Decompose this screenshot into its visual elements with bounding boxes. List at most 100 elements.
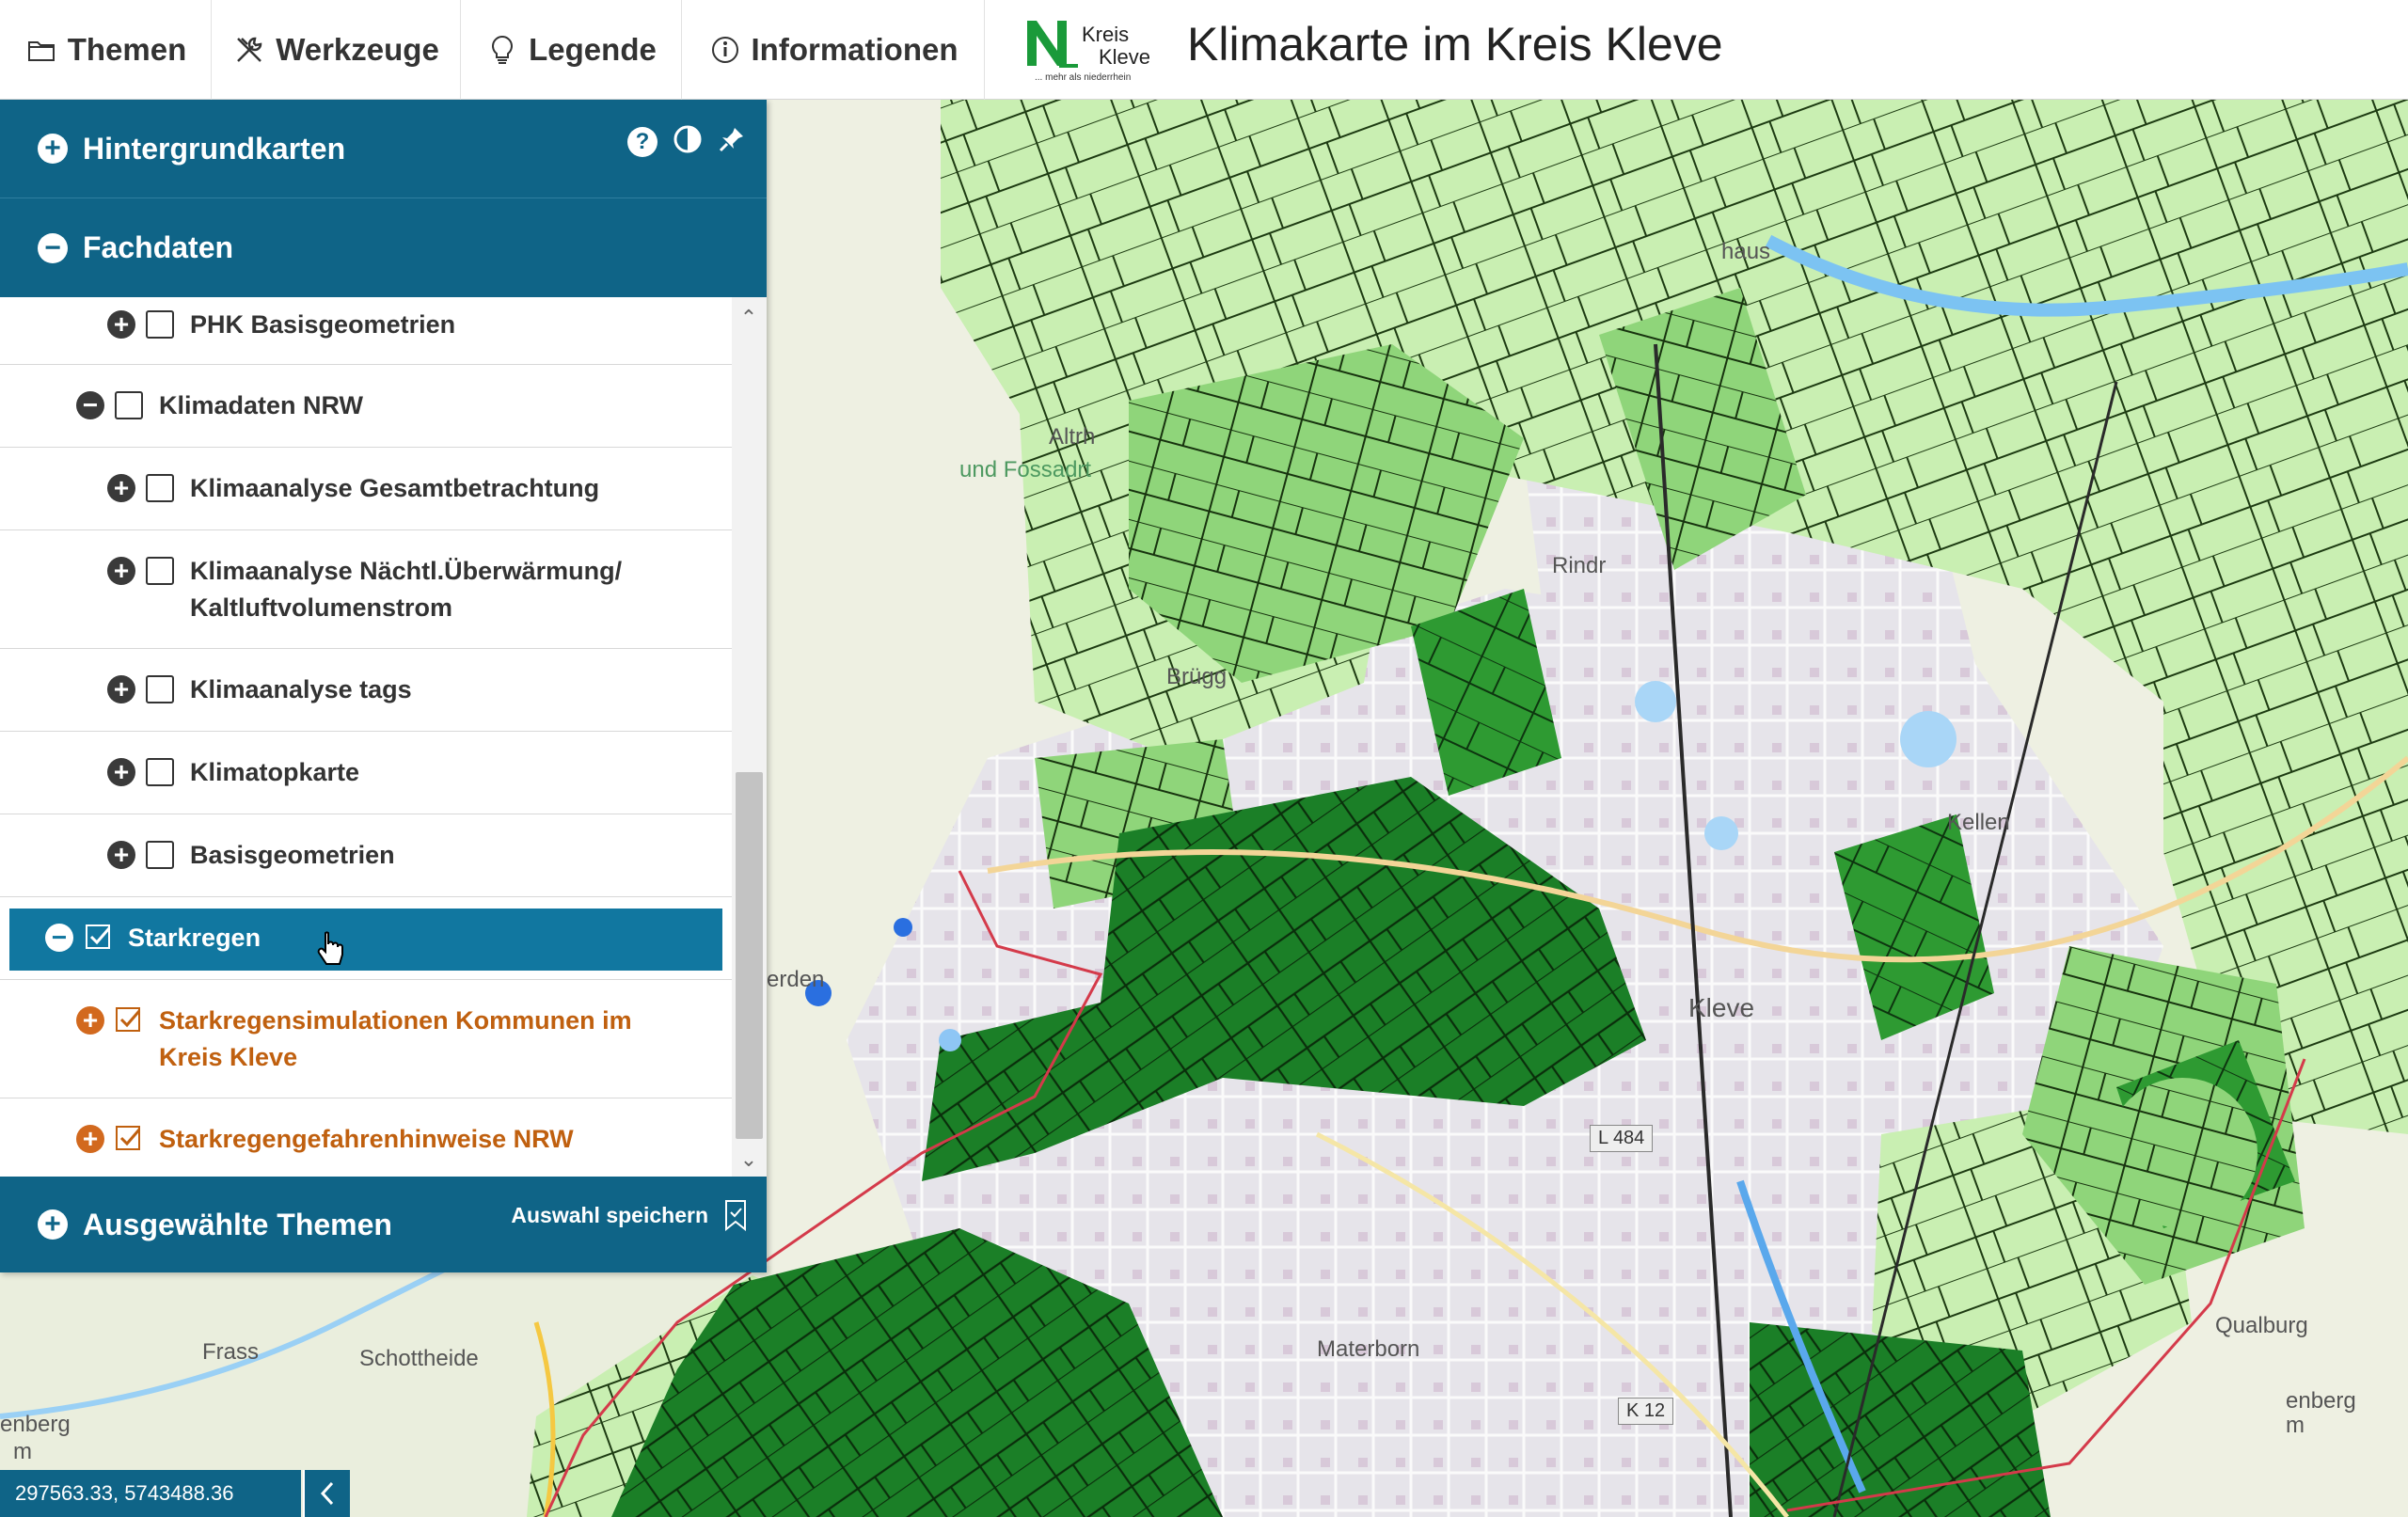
bookmark-icon [725, 1200, 746, 1231]
tree-item-starkregensimulationen[interactable]: + Starkregensimulationen Kommunen im Kre… [0, 980, 732, 1098]
kreis-kleve-logo: Kreis Kleve ... mehr als niederrhein [1023, 17, 1155, 85]
map-label-erden: erden [767, 967, 825, 992]
tree-item-label: PHK Basisgeometrien [190, 310, 456, 339]
tree-item-starkregengefahrenhinweise[interactable]: + Starkregengefahrenhinweise NRW [0, 1098, 732, 1177]
tree-item-basisgeometrien[interactable]: + Basisgeometrien [0, 814, 732, 897]
expand-plus-icon[interactable]: + [38, 134, 68, 164]
tree-item-phk-basisgeometrien[interactable]: + PHK Basisgeometrien [0, 297, 732, 365]
layer-panel: + Hintergrundkarten ? − Fachdaten + PHK … [0, 100, 767, 1272]
expand-plus-icon[interactable]: + [107, 310, 135, 339]
layer-tree: + PHK Basisgeometrien − Klimadaten NRW +… [0, 297, 767, 1177]
road-label-k12: K 12 [1618, 1398, 1674, 1425]
expand-plus-icon[interactable]: + [107, 841, 135, 869]
road-label-l484: L 484 [1590, 1125, 1654, 1152]
menu-legende-label: Legende [529, 32, 657, 67]
tree-item-klimaanalyse-naechtl[interactable]: + Klimaanalyse Nächtl.Überwärmung/ Kaltl… [0, 530, 732, 649]
scrollbar-thumb[interactable] [736, 772, 763, 1139]
map-label-fossadrt: und Fossadrt [959, 457, 1092, 482]
expand-plus-icon[interactable]: + [107, 474, 135, 502]
save-selection-label: Auswahl speichern [511, 1202, 708, 1227]
chevron-up-icon[interactable]: ⌃ [737, 306, 760, 329]
menu-legende[interactable]: Legende [461, 0, 682, 100]
menu-themen[interactable]: Themen [0, 0, 212, 100]
tree-item-starkregen[interactable]: − Starkregen [0, 897, 732, 980]
tree-item-klimaanalyse-tags[interactable]: + Klimaanalyse tags [0, 649, 732, 732]
expand-plus-icon[interactable]: + [38, 1209, 68, 1240]
tree-item-label: Klimaanalyse Nächtl.Überwärmung/ [190, 557, 623, 585]
map-label-altrhein: Altrh [1049, 424, 1096, 450]
layer-checkbox[interactable] [146, 841, 174, 869]
tree-item-label-line2: Kaltluftvolumenstrom [190, 593, 453, 622]
section-ausgewaehlte-themen[interactable]: + Ausgewählte Themen Auswahl speichern [0, 1177, 767, 1272]
menu-themen-label: Themen [67, 32, 187, 67]
menu-werkzeuge[interactable]: Werkzeuge [212, 0, 461, 100]
tree-item-label: Starkregengefahrenhinweise NRW [159, 1125, 574, 1153]
map-label-meters2: m [2286, 1413, 2305, 1438]
expand-plus-icon[interactable]: + [76, 1006, 104, 1035]
section-hintergrundkarten[interactable]: + Hintergrundkarten ? [0, 100, 767, 198]
collapse-minus-icon[interactable]: − [38, 232, 68, 263]
menu-werkzeuge-label: Werkzeuge [276, 32, 439, 67]
menu-informationen[interactable]: Informationen [682, 0, 985, 100]
layer-checkbox[interactable] [146, 474, 174, 502]
section-fachdaten-label: Fachdaten [83, 230, 234, 264]
coordinate-display: 297563.33, 5743488.36 [0, 1470, 301, 1517]
chevron-down-icon[interactable]: ⌄ [737, 1147, 760, 1171]
expand-plus-icon[interactable]: + [76, 1125, 104, 1153]
tree-item-label: Klimaanalyse Gesamtbetrachtung [190, 474, 600, 502]
folder-icon [24, 33, 58, 67]
map-label-meters: m [13, 1439, 32, 1464]
tree-item-klimaanalyse-gesamt[interactable]: + Klimaanalyse Gesamtbetrachtung [0, 448, 732, 530]
tree-item-klimatopkarte[interactable]: + Klimatopkarte [0, 732, 732, 814]
collapse-minus-icon[interactable]: − [76, 391, 104, 419]
expand-plus-icon[interactable]: + [107, 557, 135, 585]
layer-checkbox[interactable] [146, 310, 174, 339]
layer-checkbox[interactable] [146, 675, 174, 703]
collapse-minus-icon[interactable]: − [45, 924, 73, 952]
tree-item-label: Basisgeometrien [190, 841, 395, 869]
map-label-qualburg: Qualburg [2215, 1313, 2308, 1338]
tree-item-klimadaten-nrw[interactable]: − Klimadaten NRW [0, 365, 732, 448]
help-icon[interactable]: ? [627, 126, 657, 157]
map-label-kleve: Kleve [1688, 993, 1755, 1022]
layer-checkbox[interactable] [146, 758, 174, 786]
checked-checkbox-icon[interactable] [85, 924, 113, 952]
map-label-frasselt: Frass [202, 1339, 259, 1365]
map-label-kellenberg: enberg [2286, 1388, 2356, 1414]
logo-text-kreis: Kreis [1082, 23, 1130, 46]
top-toolbar: Themen Werkzeuge Legende Informationen K… [0, 0, 2408, 100]
save-selection-button[interactable]: Auswahl speichern [511, 1199, 748, 1231]
checked-checkbox-icon[interactable] [115, 1006, 143, 1035]
mouse-cursor-icon [317, 931, 343, 965]
map-label-haus: haus [1721, 239, 1771, 264]
tree-scrollbar[interactable]: ⌃ ⌄ [732, 297, 767, 1177]
expand-plus-icon[interactable]: + [107, 758, 135, 786]
checked-checkbox-icon[interactable] [115, 1125, 143, 1153]
tree-item-label: Starkregensimulationen Kommunen im [159, 1006, 632, 1035]
map-label-enberg: enberg [0, 1412, 71, 1437]
section-fachdaten[interactable]: − Fachdaten [0, 198, 767, 297]
tree-item-label: Starkregen [128, 924, 261, 952]
logo-text-kleve: Kleve [1099, 45, 1151, 69]
logo-tagline: ... mehr als niederrhein [1035, 72, 1132, 83]
menu-informationen-label: Informationen [751, 32, 958, 67]
layer-checkbox[interactable] [146, 557, 174, 585]
pin-icon[interactable] [718, 125, 746, 158]
map-label-bruegge: Brügg [1166, 664, 1228, 689]
section-hintergrundkarten-label: Hintergrundkarten [83, 131, 346, 166]
section-ausgewaehlte-themen-label: Ausgewählte Themen [83, 1207, 392, 1241]
selected-row-highlight [9, 909, 722, 971]
tools-icon [232, 33, 266, 67]
map-label-materborn: Materborn [1317, 1336, 1420, 1362]
expand-plus-icon[interactable]: + [107, 675, 135, 703]
collapse-panel-button[interactable] [303, 1470, 350, 1517]
lightbulb-icon [485, 33, 519, 67]
map-label-schottheide: Schottheide [359, 1346, 479, 1371]
contrast-icon[interactable] [673, 124, 703, 159]
info-icon [708, 33, 742, 67]
map-label-kellen: Kellen [1947, 810, 2010, 835]
layer-checkbox[interactable] [115, 391, 143, 419]
map-label-rindern: Rindr [1552, 553, 1607, 578]
tree-item-label: Klimadaten NRW [159, 391, 364, 419]
tree-item-label-line2: Kreis Kleve [159, 1043, 298, 1071]
